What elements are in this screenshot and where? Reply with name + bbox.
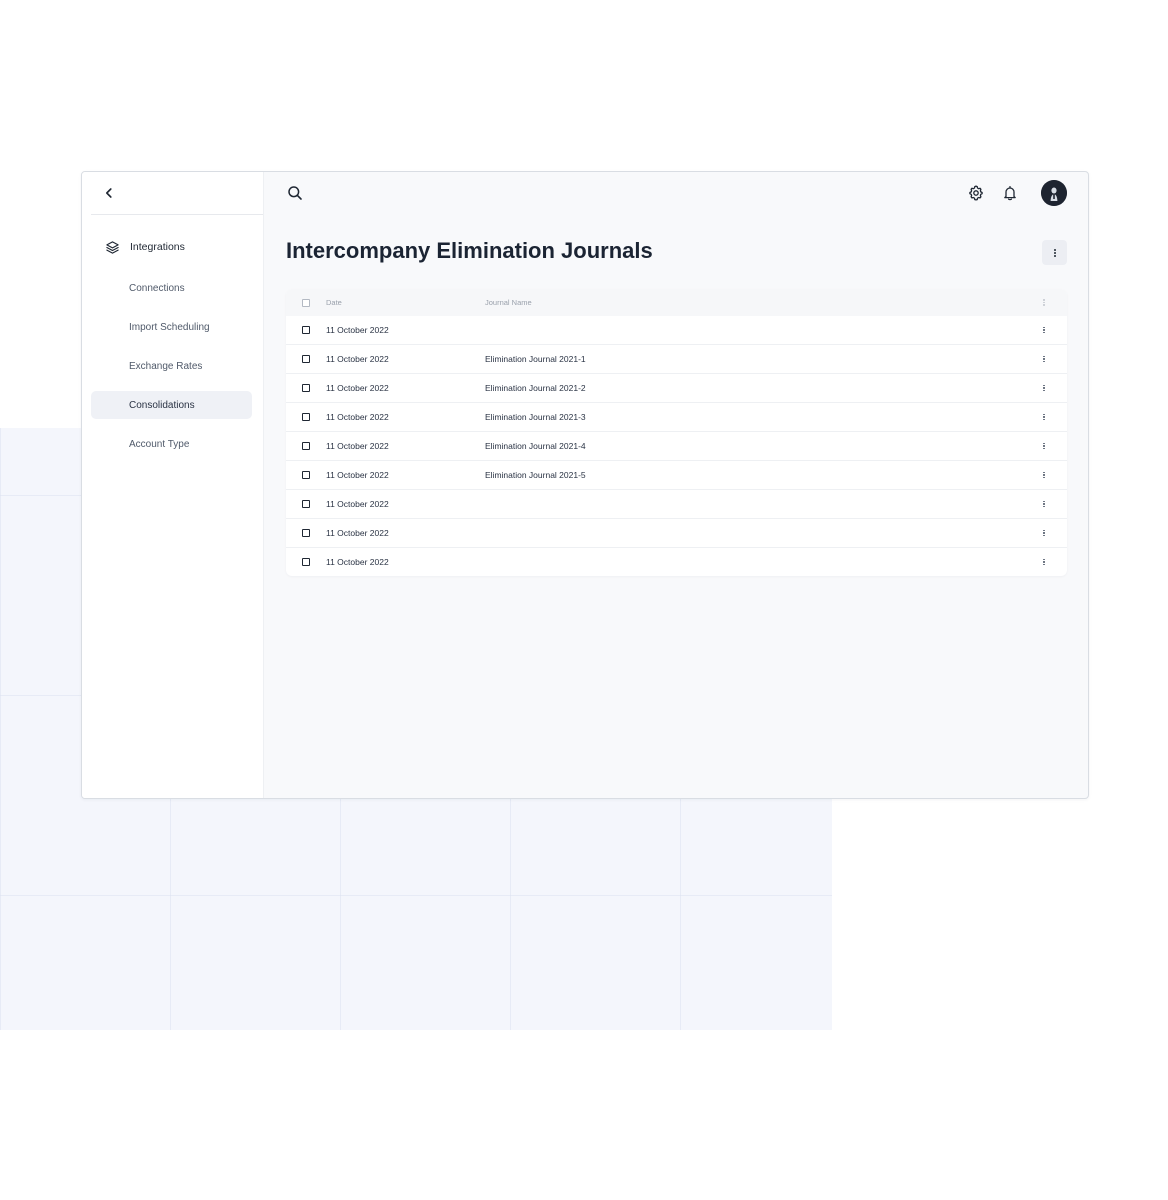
- user-avatar[interactable]: [1041, 180, 1067, 206]
- row-menu-button[interactable]: [1037, 432, 1051, 460]
- search-icon: [288, 186, 302, 200]
- journals-table: Date Journal Name 11 October 2022 11 Oct…: [286, 289, 1067, 576]
- notifications-button[interactable]: [999, 182, 1021, 204]
- row-select-cell: [286, 413, 326, 421]
- kebab-menu-icon: [1043, 384, 1045, 392]
- row-checkbox[interactable]: [302, 355, 310, 363]
- table-header: Date Journal Name: [286, 289, 1067, 316]
- sidebar-item-exchange-rates[interactable]: Exchange Rates: [91, 352, 252, 380]
- row-select-cell: [286, 355, 326, 363]
- row-date: 11 October 2022: [326, 354, 389, 364]
- row-journal-name: Elimination Journal 2021-3: [485, 412, 586, 422]
- table-row[interactable]: 11 October 2022 Elimination Journal 2021…: [286, 431, 1067, 460]
- row-date: 11 October 2022: [326, 499, 389, 509]
- row-checkbox[interactable]: [302, 413, 310, 421]
- row-journal-name: Elimination Journal 2021-1: [485, 354, 586, 364]
- kebab-menu-icon: [1043, 500, 1045, 508]
- row-select-cell: [286, 500, 326, 508]
- select-all-cell: [286, 298, 326, 307]
- row-date: 11 October 2022: [326, 470, 389, 480]
- back-button[interactable]: [99, 183, 119, 203]
- table-row[interactable]: 11 October 2022: [286, 316, 1067, 344]
- page-options-button[interactable]: [1042, 240, 1067, 265]
- kebab-menu-icon: [1043, 558, 1045, 566]
- row-menu-button[interactable]: [1037, 374, 1051, 402]
- kebab-menu-icon: [1053, 248, 1056, 257]
- row-journal-name: Elimination Journal 2021-4: [485, 441, 586, 451]
- layers-icon: [104, 239, 120, 255]
- table-row[interactable]: 11 October 2022: [286, 547, 1067, 576]
- row-menu-button[interactable]: [1037, 490, 1051, 518]
- page-title: Intercompany Elimination Journals: [286, 238, 653, 263]
- column-header-date[interactable]: Date: [326, 298, 485, 307]
- row-checkbox[interactable]: [302, 500, 310, 508]
- row-checkbox[interactable]: [302, 326, 310, 334]
- table-row[interactable]: 11 October 2022 Elimination Journal 2021…: [286, 373, 1067, 402]
- sidebar-header: [91, 172, 263, 215]
- row-checkbox[interactable]: [302, 384, 310, 392]
- row-select-cell: [286, 442, 326, 450]
- row-select-cell: [286, 326, 326, 334]
- kebab-menu-icon: [1043, 326, 1045, 334]
- row-date: 11 October 2022: [326, 528, 389, 538]
- header-menu-button[interactable]: [1037, 289, 1051, 316]
- table-row[interactable]: 11 October 2022 Elimination Journal 2021…: [286, 460, 1067, 489]
- kebab-menu-icon: [1043, 442, 1045, 450]
- chevron-left-icon: [106, 188, 112, 198]
- table-row[interactable]: 11 October 2022: [286, 489, 1067, 518]
- row-date: 11 October 2022: [326, 412, 389, 422]
- sidebar-item-consolidations[interactable]: Consolidations: [91, 391, 252, 419]
- row-checkbox[interactable]: [302, 471, 310, 479]
- settings-button[interactable]: [965, 182, 987, 204]
- row-menu-button[interactable]: [1037, 548, 1051, 576]
- row-menu-button[interactable]: [1037, 519, 1051, 547]
- row-date: 11 October 2022: [326, 383, 389, 393]
- gear-icon: [969, 185, 983, 201]
- row-checkbox[interactable]: [302, 529, 310, 537]
- row-select-cell: [286, 558, 326, 566]
- bell-icon: [1004, 185, 1016, 201]
- row-menu-button[interactable]: [1037, 461, 1051, 489]
- row-menu-button[interactable]: [1037, 316, 1051, 344]
- row-menu-button[interactable]: [1037, 345, 1051, 373]
- column-header-journal-name[interactable]: Journal Name: [485, 298, 1067, 307]
- table-row[interactable]: 11 October 2022 Elimination Journal 2021…: [286, 402, 1067, 431]
- row-journal-name: Elimination Journal 2021-5: [485, 470, 586, 480]
- row-date: 11 October 2022: [326, 325, 389, 335]
- table-row[interactable]: 11 October 2022 Elimination Journal 2021…: [286, 344, 1067, 373]
- row-date: 11 October 2022: [326, 441, 389, 451]
- kebab-menu-icon: [1043, 299, 1045, 306]
- row-checkbox[interactable]: [302, 558, 310, 566]
- sidebar-item-import-scheduling[interactable]: Import Scheduling: [91, 313, 252, 341]
- kebab-menu-icon: [1043, 355, 1045, 363]
- search-button[interactable]: [284, 182, 306, 204]
- kebab-menu-icon: [1043, 413, 1045, 421]
- row-select-cell: [286, 384, 326, 392]
- select-all-checkbox[interactable]: [302, 298, 310, 307]
- row-menu-button[interactable]: [1037, 403, 1051, 431]
- row-select-cell: [286, 529, 326, 537]
- sidebar: Integrations Connections Import Scheduli…: [82, 172, 264, 798]
- kebab-menu-icon: [1043, 529, 1045, 537]
- main-content: Intercompany Elimination Journals Date J…: [264, 172, 1088, 798]
- row-checkbox[interactable]: [302, 442, 310, 450]
- sidebar-item-account-type[interactable]: Account Type: [91, 430, 252, 458]
- sidebar-item-connections[interactable]: Connections: [91, 274, 252, 302]
- sidebar-nav: Integrations Connections Import Scheduli…: [82, 215, 263, 458]
- app-window: Integrations Connections Import Scheduli…: [81, 171, 1089, 799]
- kebab-menu-icon: [1043, 471, 1045, 479]
- table-body: 11 October 2022 11 October 2022 Eliminat…: [286, 316, 1067, 576]
- nav-section-integrations[interactable]: Integrations: [82, 235, 263, 259]
- table-row[interactable]: 11 October 2022: [286, 518, 1067, 547]
- top-bar: [264, 172, 1088, 214]
- row-select-cell: [286, 471, 326, 479]
- row-date: 11 October 2022: [326, 557, 389, 567]
- row-journal-name: Elimination Journal 2021-2: [485, 383, 586, 393]
- nav-section-label: Integrations: [130, 241, 185, 253]
